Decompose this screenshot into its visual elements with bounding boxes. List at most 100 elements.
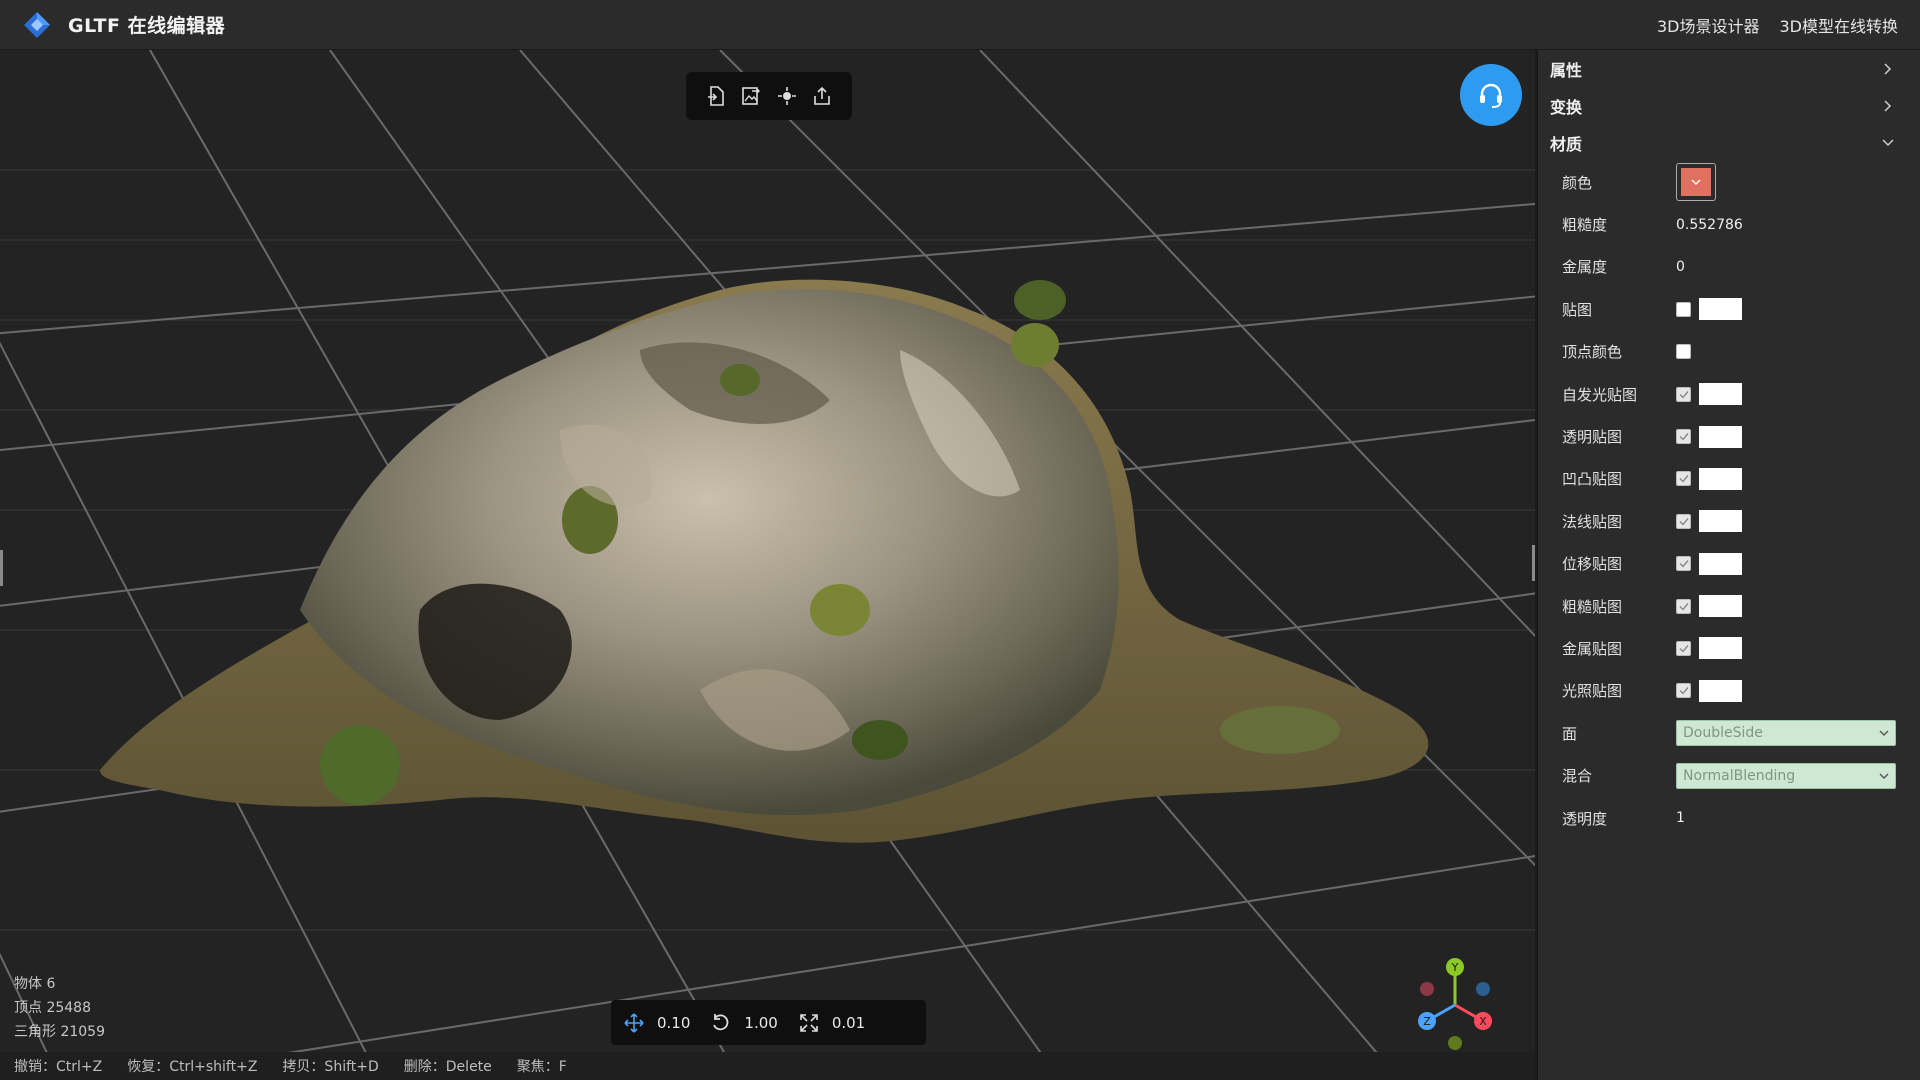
side-select-value: DoubleSide xyxy=(1683,725,1763,742)
map-checkbox[interactable] xyxy=(1676,683,1691,699)
map-texture-slot[interactable] xyxy=(1699,383,1742,406)
map-label: 法线贴图 xyxy=(1562,512,1623,531)
map-checkbox[interactable] xyxy=(1676,344,1691,360)
customer-support-button[interactable] xyxy=(1460,64,1522,126)
prop-blending: 混合 NormalBlending xyxy=(1538,754,1920,796)
logo-icon xyxy=(22,10,52,40)
rotate-step-value: 1.00 xyxy=(744,1013,778,1032)
checkmark-icon xyxy=(1679,475,1689,483)
chevron-right-icon xyxy=(1884,62,1892,75)
map-texture-slot[interactable] xyxy=(1699,637,1742,660)
side-label: 面 xyxy=(1562,724,1578,743)
map-checkbox[interactable] xyxy=(1676,386,1691,402)
map-texture-slot[interactable] xyxy=(1699,679,1742,702)
light-icon[interactable] xyxy=(773,82,801,110)
chevron-down-icon xyxy=(1879,773,1889,779)
import-icon[interactable] xyxy=(702,82,730,110)
chevron-down-icon xyxy=(1879,730,1889,737)
metalness-value[interactable]: 0 xyxy=(1676,259,1685,275)
checkmark-icon xyxy=(1679,645,1689,653)
axis-neg-x-handle[interactable] xyxy=(1420,982,1434,996)
metalness-label: 金属度 xyxy=(1562,258,1608,277)
properties-panel: 属性 变换 材质 颜色 粗糙度 0.552786 金属度 0 贴图 顶点颜色 自发光… xyxy=(1537,50,1920,1080)
translate-step-value: 0.10 xyxy=(657,1013,691,1032)
chevron-down-icon xyxy=(1691,179,1701,186)
section-properties-title: 属性 xyxy=(1550,60,1583,80)
rotate-icon[interactable] xyxy=(710,1012,732,1034)
checkmark-icon xyxy=(1679,517,1689,526)
checkmark-icon xyxy=(1679,433,1689,441)
blending-select[interactable]: NormalBlending xyxy=(1676,762,1896,789)
map-texture-slot[interactable] xyxy=(1699,467,1742,490)
map-label: 顶点颜色 xyxy=(1562,343,1623,362)
prop-map-row: 光照贴图 xyxy=(1538,670,1920,712)
map-checkbox[interactable] xyxy=(1676,513,1691,529)
viewport-toolbar xyxy=(686,72,852,120)
section-transform-title: 变换 xyxy=(1550,97,1583,117)
chevron-right-icon xyxy=(1884,99,1892,112)
prop-map-row: 贴图 xyxy=(1538,288,1920,330)
right-splitter[interactable] xyxy=(1532,545,1535,581)
color-swatch xyxy=(1681,168,1711,197)
checkmark-icon xyxy=(1679,687,1689,695)
hint-undo: 撤销：Ctrl+Z xyxy=(14,1059,103,1075)
map-checkbox[interactable] xyxy=(1676,471,1691,487)
side-select[interactable]: DoubleSide xyxy=(1676,720,1896,747)
image-export-icon[interactable] xyxy=(737,82,765,110)
nav-model-converter[interactable]: 3D模型在线转换 xyxy=(1779,13,1898,37)
section-material[interactable]: 材质 xyxy=(1538,124,1920,161)
map-checkbox[interactable] xyxy=(1676,429,1691,445)
map-texture-slot[interactable] xyxy=(1699,425,1742,448)
roughness-label: 粗糙度 xyxy=(1562,216,1608,235)
map-label: 位移贴图 xyxy=(1562,555,1623,574)
blending-label: 混合 xyxy=(1562,767,1593,786)
app-logo[interactable]: GLTF 在线编辑器 xyxy=(22,10,225,40)
vertex-count: 顶点 25488 xyxy=(14,1000,91,1016)
section-transform[interactable]: 变换 xyxy=(1538,87,1920,124)
section-properties[interactable]: 属性 xyxy=(1538,50,1920,87)
hint-delete: 删除：Delete xyxy=(403,1059,492,1075)
left-splitter[interactable] xyxy=(0,550,3,586)
shortcut-hints: 撤销：Ctrl+Z 恢复：Ctrl+shift+Z 拷贝：Shift+D 删除：… xyxy=(0,1052,1535,1080)
map-checkbox[interactable] xyxy=(1676,556,1691,572)
hint-focus: 聚焦：F xyxy=(516,1059,567,1075)
svg-text:Z: Z xyxy=(1423,1015,1431,1028)
triangle-count: 三角形 21059 xyxy=(14,1024,105,1040)
translate-step[interactable]: 0.10 xyxy=(623,1012,690,1034)
rotate-step[interactable]: 1.00 xyxy=(710,1012,778,1034)
axis-neg-z-handle[interactable] xyxy=(1476,982,1490,996)
color-picker[interactable] xyxy=(1676,163,1716,202)
scale-icon[interactable] xyxy=(798,1012,820,1034)
move-icon[interactable] xyxy=(623,1012,645,1034)
prop-side: 面 DoubleSide xyxy=(1538,712,1920,754)
roughness-value[interactable]: 0.552786 xyxy=(1676,217,1743,233)
map-checkbox[interactable] xyxy=(1676,301,1691,317)
svg-text:X: X xyxy=(1479,1015,1487,1028)
top-bar: GLTF 在线编辑器 3D场景设计器 3D模型在线转换 xyxy=(0,0,1920,50)
map-texture-slot[interactable] xyxy=(1699,595,1742,618)
export-icon[interactable] xyxy=(808,82,836,110)
viewport-3d[interactable]: 物体 6 顶点 25488 三角形 21059 0.10 1.00 0.01 Y… xyxy=(0,50,1535,1080)
blending-select-value: NormalBlending xyxy=(1683,767,1796,784)
headset-icon xyxy=(1480,83,1502,108)
prop-map-row: 透明贴图 xyxy=(1538,415,1920,457)
map-label: 金属贴图 xyxy=(1562,639,1623,658)
map-texture-slot[interactable] xyxy=(1699,552,1742,575)
prop-map-row: 法线贴图 xyxy=(1538,500,1920,542)
scene-stats: 物体 6 顶点 25488 三角形 21059 xyxy=(14,972,105,1044)
axis-gizmo[interactable]: Y X Z xyxy=(1405,955,1505,1055)
axis-neg-y-handle[interactable] xyxy=(1448,1036,1462,1050)
nav-scene-designer[interactable]: 3D场景设计器 xyxy=(1657,13,1760,37)
prop-opacity: 透明度 1 xyxy=(1538,797,1920,839)
map-texture-slot[interactable] xyxy=(1699,510,1742,533)
map-checkbox[interactable] xyxy=(1676,598,1691,614)
map-texture-slot[interactable] xyxy=(1699,298,1742,321)
map-checkbox[interactable] xyxy=(1676,640,1691,656)
prop-map-row: 顶点颜色 xyxy=(1538,331,1920,373)
scale-step[interactable]: 0.01 xyxy=(798,1012,865,1034)
opacity-value[interactable]: 1 xyxy=(1676,810,1685,826)
scene-canvas[interactable] xyxy=(0,50,1535,1080)
object-count: 物体 6 xyxy=(14,976,56,992)
prop-map-row: 位移贴图 xyxy=(1538,543,1920,585)
color-label: 颜色 xyxy=(1562,173,1593,192)
